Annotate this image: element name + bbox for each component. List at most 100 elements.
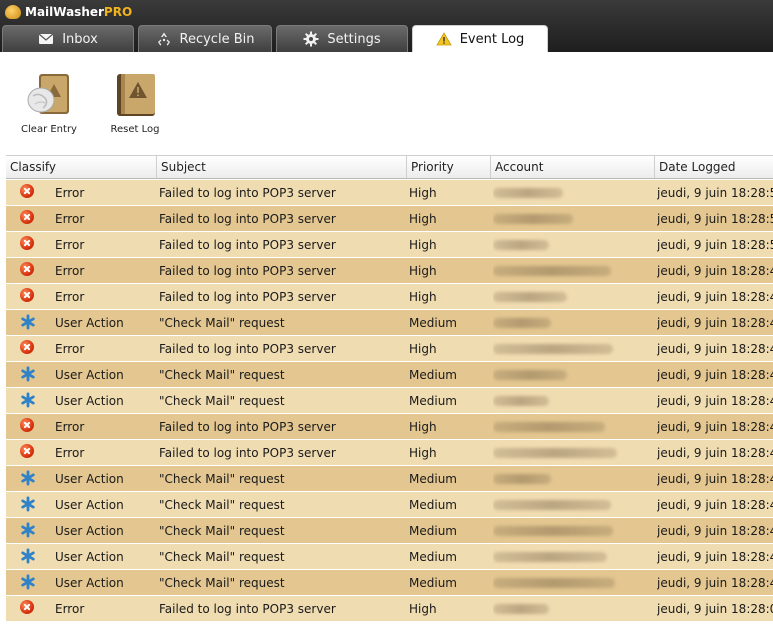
redacted-account — [493, 214, 573, 224]
classify-cell: Error — [55, 446, 85, 460]
classify-icon-cell — [20, 470, 42, 488]
app-title-pro: PRO — [103, 5, 133, 19]
date-logged-cell: jeudi, 9 juin 18:28:51 — [657, 212, 773, 226]
column-header-priority[interactable]: Priority — [407, 156, 491, 178]
redacted-account — [493, 266, 611, 276]
account-cell-redacted — [493, 440, 633, 465]
classify-cell: Error — [55, 212, 85, 226]
asterisk-icon — [21, 470, 35, 486]
account-cell-redacted — [493, 414, 633, 439]
subject-cell: "Check Mail" request — [159, 394, 285, 408]
classify-icon-cell — [20, 548, 42, 566]
priority-cell: Medium — [409, 498, 457, 512]
redacted-account — [493, 292, 567, 302]
priority-cell: High — [409, 186, 437, 200]
mailwasher-logo-icon — [5, 5, 21, 19]
date-logged-cell: jeudi, 9 juin 18:28:47 — [657, 420, 773, 434]
table-row[interactable]: Error Failed to log into POP3 server High j… — [6, 232, 773, 258]
priority-cell: High — [409, 446, 437, 460]
error-icon — [20, 288, 34, 302]
table-row[interactable]: Error Failed to log into POP3 server High j… — [6, 180, 773, 206]
table-row[interactable]: Error Failed to log into POP3 server High j… — [6, 440, 773, 466]
table-row[interactable]: User Action "Check Mail" request Medium jeu… — [6, 570, 773, 596]
asterisk-icon — [21, 548, 35, 564]
column-header-account[interactable]: Account — [491, 156, 655, 178]
subject-cell: Failed to log into POP3 server — [159, 186, 336, 200]
account-cell-redacted — [493, 284, 633, 309]
priority-cell: High — [409, 602, 437, 616]
date-logged-cell: jeudi, 9 juin 18:28:47 — [657, 316, 773, 330]
subject-cell: "Check Mail" request — [159, 550, 285, 564]
tab-recycle-bin[interactable]: Recycle Bin — [138, 25, 272, 52]
tab-settings[interactable]: Settings — [276, 25, 408, 52]
redacted-account — [493, 500, 611, 510]
reset-log-button[interactable]: Reset Log — [100, 70, 170, 135]
date-logged-cell: jeudi, 9 juin 18:28:43 — [657, 550, 773, 564]
table-row[interactable]: Error Failed to log into POP3 server High j… — [6, 596, 773, 622]
error-icon — [20, 418, 34, 432]
column-header-classify[interactable]: Classify — [6, 156, 157, 178]
account-cell-redacted — [493, 258, 633, 283]
error-icon — [20, 600, 34, 614]
account-cell-redacted — [493, 206, 633, 231]
table-row[interactable]: User Action "Check Mail" request Medium jeu… — [6, 466, 773, 492]
account-cell-redacted — [493, 336, 633, 361]
subject-cell: Failed to log into POP3 server — [159, 290, 336, 304]
table-row[interactable]: User Action "Check Mail" request Medium jeu… — [6, 492, 773, 518]
redacted-account — [493, 344, 613, 354]
column-header-date-logged[interactable]: Date Logged — [655, 156, 773, 178]
error-icon — [20, 444, 34, 458]
table-row[interactable]: User Action "Check Mail" request Medium jeu… — [6, 310, 773, 336]
error-icon — [20, 184, 34, 198]
table-row[interactable]: Error Failed to log into POP3 server High j… — [6, 284, 773, 310]
redacted-account — [493, 370, 567, 380]
account-cell-redacted — [493, 388, 633, 413]
tab-event-log-label: Event Log — [459, 31, 525, 47]
table-row[interactable]: User Action "Check Mail" request Medium jeu… — [6, 518, 773, 544]
asterisk-icon — [21, 574, 35, 590]
classify-icon-cell — [20, 210, 42, 228]
classify-cell: User Action — [55, 394, 124, 408]
subject-cell: Failed to log into POP3 server — [159, 212, 336, 226]
priority-cell: Medium — [409, 524, 457, 538]
subject-cell: "Check Mail" request — [159, 524, 285, 538]
subject-cell: "Check Mail" request — [159, 498, 285, 512]
table-row[interactable]: Error Failed to log into POP3 server High j… — [6, 206, 773, 232]
date-logged-cell: jeudi, 9 juin 18:28:47 — [657, 394, 773, 408]
account-cell-redacted — [493, 310, 633, 335]
account-cell-redacted — [493, 492, 633, 517]
clear-entry-icon — [25, 70, 73, 118]
table-row[interactable]: Error Failed to log into POP3 server High j… — [6, 336, 773, 362]
redacted-account — [493, 474, 551, 484]
app-title: MailWasher PRO — [5, 3, 132, 21]
asterisk-icon — [21, 314, 35, 330]
app-title-main: MailWasher — [25, 5, 104, 19]
tab-inbox[interactable]: Inbox — [2, 25, 134, 52]
subject-cell: Failed to log into POP3 server — [159, 238, 336, 252]
tab-event-log[interactable]: Event Log — [412, 25, 548, 52]
table-row[interactable]: User Action "Check Mail" request Medium jeu… — [6, 544, 773, 570]
table-row[interactable]: User Action "Check Mail" request Medium jeu… — [6, 388, 773, 414]
table-row[interactable]: Error Failed to log into POP3 server High j… — [6, 414, 773, 440]
account-cell-redacted — [493, 596, 633, 621]
redacted-account — [493, 318, 551, 328]
priority-cell: Medium — [409, 368, 457, 382]
date-logged-cell: jeudi, 9 juin 18:28:47 — [657, 342, 773, 356]
classify-cell: User Action — [55, 498, 124, 512]
classify-icon-cell — [20, 184, 42, 202]
envelope-icon — [38, 33, 54, 44]
clear-entry-button[interactable]: Clear Entry — [14, 70, 84, 135]
subject-cell: Failed to log into POP3 server — [159, 602, 336, 616]
classify-icon-cell — [20, 392, 42, 410]
table-row[interactable]: Error Failed to log into POP3 server High j… — [6, 258, 773, 284]
error-icon — [20, 340, 34, 354]
classify-icon-cell — [20, 574, 42, 592]
subject-cell: "Check Mail" request — [159, 316, 285, 330]
subject-cell: Failed to log into POP3 server — [159, 342, 336, 356]
column-header-subject[interactable]: Subject — [157, 156, 407, 178]
date-logged-cell: jeudi, 9 juin 18:28:49 — [657, 264, 773, 278]
classify-cell: Error — [55, 342, 85, 356]
date-logged-cell: jeudi, 9 juin 18:28:43 — [657, 576, 773, 590]
table-row[interactable]: User Action "Check Mail" request Medium jeu… — [6, 362, 773, 388]
toolbar: Clear Entry Reset Log — [0, 52, 773, 152]
